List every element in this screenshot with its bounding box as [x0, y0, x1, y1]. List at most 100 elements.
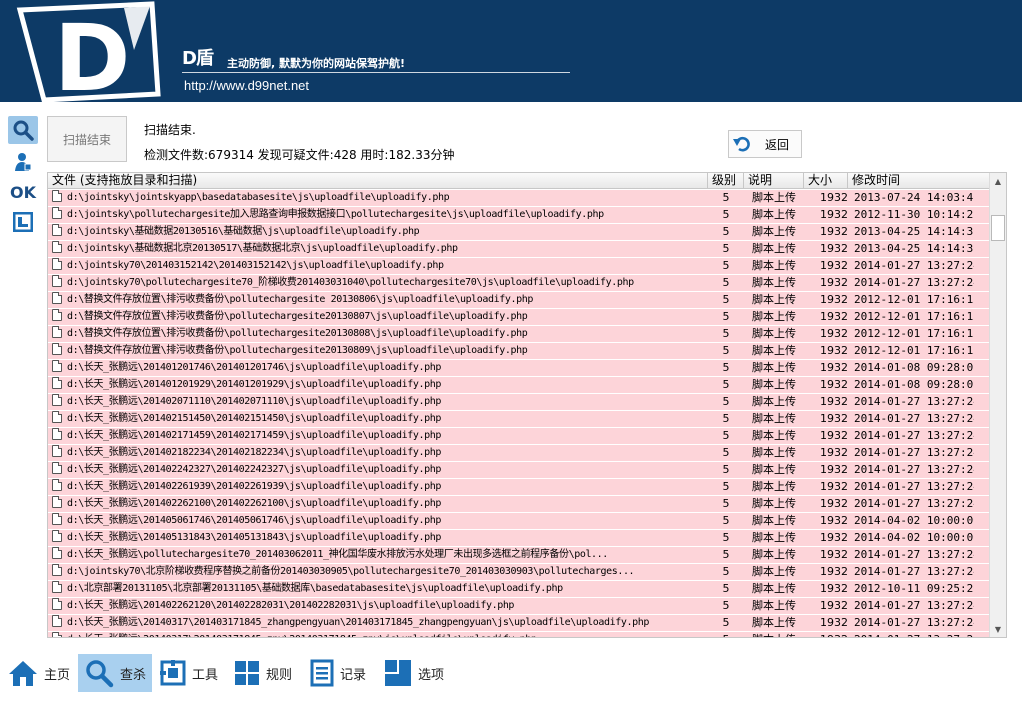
column-header-file[interactable]: 文件 (支持拖放目录和扫描): [48, 173, 708, 189]
table-row[interactable]: d:\长天_张鹏远\201402262120\201402282031\2014…: [48, 598, 991, 615]
table-row[interactable]: d:\jointsky\jointskyapp\basedatabasesite…: [48, 190, 991, 207]
table-row[interactable]: d:\长天_张鹏远\201401201929\201401201929\js\u…: [48, 377, 991, 394]
column-header-level[interactable]: 级别: [708, 173, 744, 189]
table-row[interactable]: d:\jointsky70\201403152142\201403152142\…: [48, 258, 991, 275]
header-banner: D D盾 主动防御, 默默为你的网站保驾护航! http://www.d99ne…: [0, 0, 1022, 102]
table-row[interactable]: d:\长天_张鹏远\201401201746\201401201746\js\u…: [48, 360, 991, 377]
table-row[interactable]: d:\长天_张鹏远\201405061746\201405061746\js\u…: [48, 513, 991, 530]
file-icon: [52, 309, 62, 321]
table-row[interactable]: d:\长天_张鹏远\201402171459\201402171459\js\u…: [48, 428, 991, 445]
home-icon: [9, 661, 37, 686]
time-cell: 2014-01-27 13:27:24: [854, 565, 974, 578]
time-cell: 2014-01-27 13:27:24: [854, 395, 974, 408]
logo-letter: D: [54, 5, 130, 102]
table-row[interactable]: d:\替换文件存放位置\排污收费备份\pollutechargesite2013…: [48, 309, 991, 326]
time-cell: 2014-01-27 13:27:24: [854, 632, 974, 637]
table-row[interactable]: d:\长天_张鹏远\201402242327\201402242327\js\u…: [48, 462, 991, 479]
size-cell: 1932: [820, 429, 848, 442]
nav-rules[interactable]: 规则: [228, 654, 298, 692]
header-divider: [182, 72, 570, 73]
table-row[interactable]: d:\长天_张鹏远\201402262100\201402262100\js\u…: [48, 496, 991, 513]
table-row[interactable]: d:\长天_张鹏远\201402071110\201402071110\js\u…: [48, 394, 991, 411]
search-icon: [86, 660, 114, 688]
file-icon: [52, 615, 62, 627]
back-button[interactable]: 返回: [728, 130, 802, 158]
file-path-cell: d:\长天_张鹏远\201405131843\201405131843\js\u…: [52, 530, 708, 547]
table-row[interactable]: d:\替换文件存放位置\排污收费备份\pollutechargesite 201…: [48, 292, 991, 309]
left-frame-button[interactable]: [8, 208, 38, 236]
file-path-cell: d:\jointsky70\pollutechargesite70_阶梯收费20…: [52, 275, 708, 292]
nav-logs[interactable]: 记录: [304, 654, 372, 692]
table-row[interactable]: d:\jointsky\基础数据北京20130517\基础数据北京\js\upl…: [48, 241, 991, 258]
results-table[interactable]: 文件 (支持拖放目录和扫描) 级别 说明 大小 修改时间 d:\jointsky…: [47, 172, 1007, 638]
size-cell: 1932: [820, 242, 848, 255]
desc-cell: 脚本上传: [752, 412, 796, 425]
file-path-cell: d:\jointsky\基础数据20130516\基础数据\js\uploadf…: [52, 224, 708, 241]
desc-cell: 脚本上传: [752, 242, 796, 255]
table-row[interactable]: d:\jointsky\pollutechargesite加入思路查询申报数据接…: [48, 207, 991, 224]
file-icon: [52, 360, 62, 372]
level-cell: 5: [722, 361, 730, 374]
level-cell: 5: [722, 463, 730, 476]
level-cell: 5: [722, 208, 730, 221]
nav-rules-label: 规则: [266, 667, 293, 683]
size-cell: 1932: [820, 259, 848, 272]
nav-home-label: 主页: [44, 667, 71, 683]
table-row[interactable]: d:\替换文件存放位置\排污收费备份\pollutechargesite2013…: [48, 343, 991, 360]
vertical-scrollbar[interactable]: ▲ ▼: [989, 173, 1006, 637]
website-url[interactable]: http://www.d99net.net: [184, 78, 309, 93]
column-header-desc[interactable]: 说明: [744, 173, 804, 189]
desc-cell: 脚本上传: [752, 497, 796, 510]
file-path: d:\长天_张鹏远\201402182234\201402182234\js\u…: [67, 447, 441, 458]
slogan: 主动防御, 默默为你的网站保驾护航!: [227, 57, 406, 70]
table-row[interactable]: d:\长天_张鹏远\201402151450\201402151450\js\u…: [48, 411, 991, 428]
file-path: d:\jointsky70\201403152142\201403152142\…: [67, 260, 444, 271]
file-path: d:\jointsky70\北京阶梯收费程序替换之前备份201403030905…: [67, 566, 635, 577]
nav-home[interactable]: 主页: [2, 654, 76, 692]
nav-tools[interactable]: 工具: [154, 654, 224, 692]
table-row[interactable]: d:\长天_张鹏远\20140317\201403171845_zpy\2014…: [48, 632, 991, 637]
table-row[interactable]: d:\长天_张鹏远\201405131843\201405131843\js\u…: [48, 530, 991, 547]
table-row[interactable]: d:\jointsky70\北京阶梯收费程序替换之前备份201403030905…: [48, 564, 991, 581]
time-cell: 2014-01-27 13:27:24: [854, 259, 974, 272]
scroll-down-arrow-icon[interactable]: ▼: [990, 621, 1006, 637]
tools-icon: [160, 660, 186, 686]
file-path: d:\长天_张鹏远\20140317\201403171845_zhangpen…: [67, 617, 649, 628]
file-icon: [52, 496, 62, 508]
time-cell: 2012-12-01 17:16:13: [854, 293, 974, 306]
size-cell: 1932: [820, 514, 848, 527]
left-search-button[interactable]: [8, 116, 38, 144]
file-path-cell: d:\长天_张鹏远\201405061746\201405061746\js\u…: [52, 513, 708, 530]
file-icon: [52, 530, 62, 542]
table-row[interactable]: d:\替换文件存放位置\排污收费备份\pollutechargesite2013…: [48, 326, 991, 343]
scan-finished-button[interactable]: 扫描结束: [47, 116, 127, 162]
desc-cell: 脚本上传: [752, 429, 796, 442]
nav-scan[interactable]: 查杀: [78, 654, 152, 692]
file-icon: [52, 632, 62, 637]
options-icon: [385, 660, 411, 686]
file-path: d:\替换文件存放位置\排污收费备份\pollutechargesite 201…: [67, 294, 534, 305]
table-row[interactable]: d:\北京部署20131105\北京部署20131105\基础数据库\based…: [48, 581, 991, 598]
level-cell: 5: [722, 276, 730, 289]
file-path: d:\jointsky70\pollutechargesite70_阶梯收费20…: [67, 277, 634, 288]
file-path-cell: d:\jointsky70\201403152142\201403152142\…: [52, 258, 708, 275]
file-path: d:\替换文件存放位置\排污收费备份\pollutechargesite2013…: [67, 311, 528, 322]
nav-options[interactable]: 选项: [378, 654, 450, 692]
table-row[interactable]: d:\长天_张鹏远\201402261939\201402261939\js\u…: [48, 479, 991, 496]
table-row[interactable]: d:\jointsky70\pollutechargesite70_阶梯收费20…: [48, 275, 991, 292]
file-path: d:\jointsky\pollutechargesite加入思路查询申报数据接…: [67, 209, 604, 220]
file-icon: [52, 479, 62, 491]
left-ok-button[interactable]: OK: [8, 178, 38, 206]
table-row[interactable]: d:\jointsky\基础数据20130516\基础数据\js\uploadf…: [48, 224, 991, 241]
scroll-up-arrow-icon[interactable]: ▲: [990, 173, 1006, 189]
table-row[interactable]: d:\长天_张鹏远\201402182234\201402182234\js\u…: [48, 445, 991, 462]
left-user-button[interactable]: [8, 148, 38, 176]
table-row[interactable]: d:\长天_张鹏远\pollutechargesite70_2014030620…: [48, 547, 991, 564]
column-header-size[interactable]: 大小: [804, 173, 848, 189]
size-cell: 1932: [804, 632, 848, 637]
level-cell: 5: [722, 497, 730, 510]
scrollbar-thumb[interactable]: [991, 215, 1005, 241]
desc-cell: 脚本上传: [752, 276, 796, 289]
column-header-time[interactable]: 修改时间: [848, 173, 991, 189]
table-row[interactable]: d:\长天_张鹏远\20140317\201403171845_zhangpen…: [48, 615, 991, 632]
